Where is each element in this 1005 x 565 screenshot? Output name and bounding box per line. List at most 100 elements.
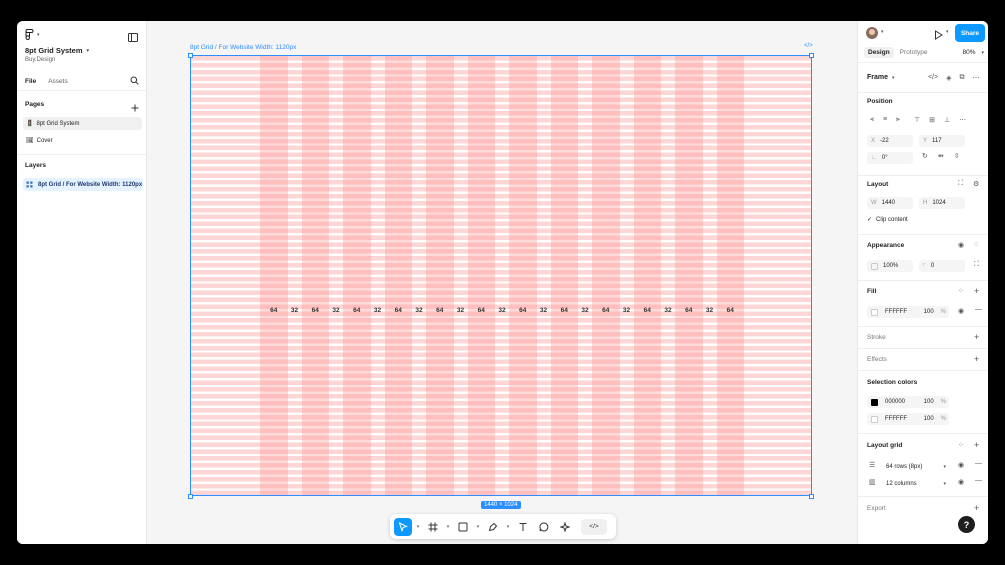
add-page-icon[interactable] — [131, 99, 139, 117]
component-icon[interactable]: ◈ — [946, 74, 951, 82]
pen-tool[interactable] — [484, 518, 502, 536]
frame-title-label[interactable]: 8pt Grid / For Website Width: 1120px — [190, 44, 296, 51]
auto-layout-icon[interactable]: ⛶ — [958, 180, 963, 188]
dev-mode-tool[interactable]: </> — [581, 518, 607, 535]
color-swatch[interactable] — [871, 398, 878, 406]
rows-grid-icon[interactable]: ☰ — [869, 461, 875, 469]
actions-tool[interactable] — [556, 518, 574, 536]
remove-grid-icon[interactable]: — — [975, 460, 982, 467]
help-button[interactable]: ? — [958, 516, 975, 533]
add-effect-icon[interactable]: + — [974, 354, 979, 364]
styles-icon[interactable]: ⁘ — [958, 441, 964, 449]
x-label: X — [871, 138, 876, 144]
align-top-icon[interactable]: ⊤ — [914, 116, 920, 124]
rotate-icon[interactable]: ↻ — [922, 152, 928, 160]
fill-color-field[interactable]: FFFFFF 100 % — [867, 306, 949, 318]
color-hex: FFFFFF — [885, 416, 907, 422]
resize-handle-bottom-right[interactable] — [809, 494, 814, 499]
more-icon[interactable]: ⋯ — [959, 116, 966, 124]
styles-icon[interactable]: ⁘ — [958, 287, 964, 295]
frame-type-dropdown[interactable]: Frame ▾ — [867, 74, 895, 81]
align-left-icon[interactable]: ⫷ — [870, 116, 874, 124]
fill-swatch[interactable] — [871, 308, 878, 316]
opacity-field[interactable]: 100% — [867, 260, 913, 272]
resize-handle-top-right[interactable] — [809, 53, 814, 58]
move-tool[interactable] — [394, 517, 412, 536]
align-right-icon[interactable]: ⫸ — [896, 116, 900, 124]
remove-fill-icon[interactable]: — — [975, 306, 982, 313]
frame-tool[interactable] — [424, 518, 442, 536]
resize-handle-bottom-left[interactable] — [188, 494, 193, 499]
width-field[interactable]: W 1440 — [867, 197, 913, 209]
eye-icon[interactable]: ◉ — [958, 461, 964, 469]
align-center-vertical-icon[interactable]: ⊞ — [929, 116, 935, 124]
align-bottom-icon[interactable]: ⊥ — [944, 116, 950, 124]
grid-column — [426, 56, 454, 495]
align-center-horizontal-icon[interactable]: ≡ — [883, 116, 887, 124]
frame-size-badge: 1440 × 1024 — [481, 501, 521, 509]
grid-frame[interactable]: 64 32 64 32 64 32 64 32 64 32 64 32 64 32 64 32 64 32 64 32… — [190, 55, 812, 496]
comment-tool[interactable] — [535, 518, 553, 536]
page-item-cover[interactable]: 🖼 Cover — [23, 134, 142, 147]
chevron-down-icon[interactable]: ▾ — [415, 524, 421, 530]
chevron-down-icon[interactable]: ▾ — [475, 524, 481, 530]
zoom-level[interactable]: 80% — [962, 49, 975, 56]
code-marker-icon[interactable]: </> — [804, 43, 813, 49]
sidebar-toggle-icon[interactable] — [128, 29, 138, 47]
rotation-field[interactable]: ∟ 0° — [867, 152, 913, 164]
search-icon[interactable] — [130, 76, 139, 87]
layer-item-frame[interactable]: 8pt Grid / For Website Width: 1120px — [23, 178, 143, 191]
chevron-down-icon[interactable]: ▾ — [881, 29, 884, 35]
color-swatch[interactable] — [871, 415, 878, 423]
figma-window: ▾ 8pt Grid System ▾ Buy.Design File Asse… — [17, 21, 988, 544]
blend-mode-icon[interactable]: ◌ — [974, 241, 978, 248]
file-name-button[interactable]: 8pt Grid System ▾ — [25, 46, 89, 55]
grid-column — [716, 56, 744, 495]
columns-grid-dropdown[interactable]: 12 columns ▾ — [882, 478, 950, 490]
tab-file[interactable]: File — [25, 78, 36, 85]
rows-grid-dropdown[interactable]: 64 rows (8px) ▾ — [882, 461, 950, 473]
selection-color-row[interactable]: FFFFFF 100 % — [867, 413, 949, 425]
grid-column — [260, 56, 288, 495]
tab-prototype[interactable]: Prototype — [900, 49, 928, 56]
mask-icon[interactable]: ⧉ — [960, 74, 965, 82]
flip-vertical-icon[interactable]: ⇳ — [954, 152, 960, 160]
selection-color-row[interactable]: 000000 100 % — [867, 396, 949, 408]
resize-handle-top-left[interactable] — [188, 53, 193, 58]
chevron-down-icon[interactable]: ▾ — [445, 524, 451, 530]
team-name: Buy.Design — [25, 57, 56, 63]
eye-icon[interactable]: ◉ — [958, 241, 964, 249]
x-field[interactable]: X -22 — [867, 135, 913, 147]
chevron-down-icon[interactable]: ▾ — [946, 29, 949, 35]
add-export-icon[interactable]: + — [974, 503, 979, 513]
add-grid-icon[interactable]: + — [974, 440, 979, 450]
main-menu-button[interactable]: ▾ — [25, 29, 40, 40]
y-field[interactable]: Y 117 — [919, 135, 965, 147]
gutter-width-label: 32 — [415, 307, 423, 314]
rectangle-tool[interactable] — [454, 518, 472, 536]
eye-icon[interactable]: ◉ — [958, 478, 964, 486]
add-stroke-icon[interactable]: + — [974, 332, 979, 342]
columns-grid-icon[interactable]: ▥ — [869, 478, 876, 486]
tab-assets[interactable]: Assets — [48, 78, 68, 85]
more-icon[interactable]: ⋯ — [973, 74, 980, 82]
add-fill-icon[interactable]: + — [974, 286, 979, 296]
independent-corners-icon[interactable]: ⛶ — [974, 261, 979, 269]
corner-radius-field[interactable]: ⌜ 0 — [919, 260, 965, 272]
eye-icon[interactable]: ◉ — [958, 307, 964, 315]
grid-column — [675, 56, 703, 495]
tab-design[interactable]: Design — [864, 47, 894, 58]
remove-grid-icon[interactable]: — — [975, 477, 982, 484]
chevron-down-icon[interactable]: ▾ — [505, 524, 511, 530]
page-item-grid-system[interactable]: 🚦 8pt Grid System — [23, 117, 142, 130]
clip-content-toggle[interactable]: ✓ Clip content — [867, 216, 908, 224]
layout-settings-icon[interactable]: ⚙ — [973, 180, 979, 188]
play-icon[interactable] — [934, 27, 943, 45]
text-tool[interactable] — [514, 518, 532, 536]
avatar[interactable] — [866, 27, 878, 39]
share-button[interactable]: Share — [955, 24, 985, 42]
code-icon[interactable]: </> — [928, 74, 938, 82]
chevron-down-icon[interactable]: ▾ — [981, 50, 984, 56]
flip-horizontal-icon[interactable]: ⇹ — [938, 152, 944, 160]
height-field[interactable]: H 1024 — [919, 197, 965, 209]
